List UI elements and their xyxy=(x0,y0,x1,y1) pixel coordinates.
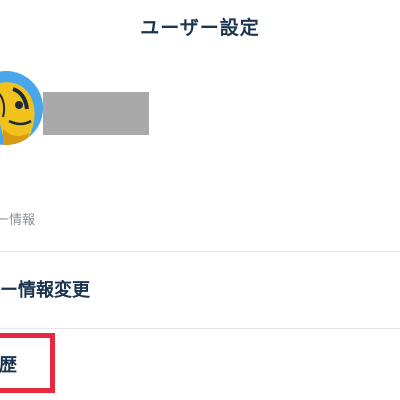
redacted-username xyxy=(43,92,149,135)
highlight-frame xyxy=(0,333,55,393)
avatar-illustration xyxy=(0,71,43,145)
menu-item-user-info-change[interactable]: ザー情報変更 xyxy=(0,277,90,305)
user-settings-screen: ユーザー設定 更 ザー情報 ザー情報変更 履歴 xyxy=(0,0,400,400)
user-avatar-icon[interactable] xyxy=(0,71,43,145)
divider xyxy=(0,251,400,252)
divider xyxy=(0,328,400,329)
page-title: ユーザー設定 xyxy=(140,17,260,39)
user-info-section-label: ザー情報 xyxy=(0,213,36,228)
